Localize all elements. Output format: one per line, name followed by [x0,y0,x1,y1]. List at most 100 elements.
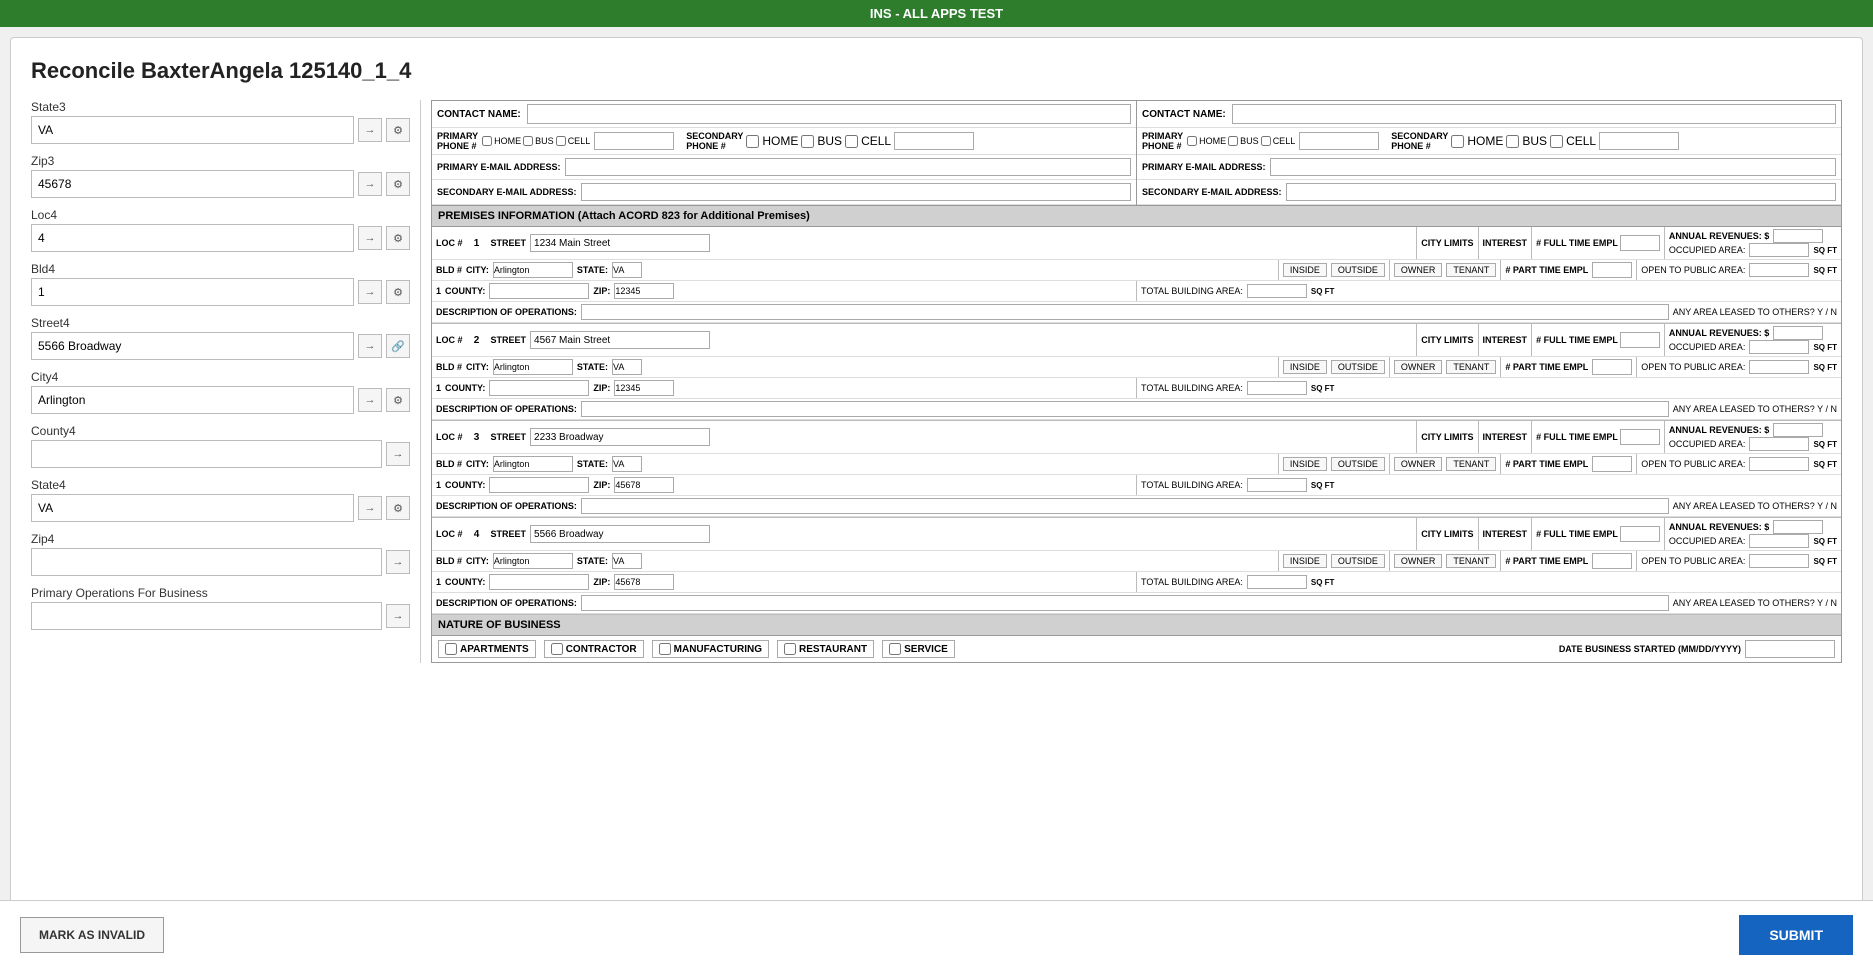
city4-input[interactable] [31,386,354,414]
zip4-arrow-btn[interactable]: → [386,550,410,574]
loc4-parttimeempl-input[interactable] [1592,553,1632,569]
loc1-annualrev-input[interactable] [1773,229,1823,243]
loc1-descops-input[interactable] [581,304,1669,320]
state3-input[interactable] [31,116,354,144]
contact2-name-input[interactable] [1232,104,1836,124]
state3-gear-btn[interactable]: ⚙ [386,118,410,142]
loc4-outside-btn[interactable]: OUTSIDE [1331,554,1385,568]
loc1-parttimeempl-input[interactable] [1592,262,1632,278]
loc3-state-input[interactable] [612,456,642,472]
loc3-inside-btn[interactable]: INSIDE [1283,457,1327,471]
contact1-primary-phone-input[interactable] [594,132,674,150]
contact2-secondary-phone-input[interactable] [1599,132,1679,150]
state4-arrow-btn[interactable]: → [358,496,382,520]
loc4-occupied-input[interactable] [1749,534,1809,548]
loc1-fulltimeempl-input[interactable] [1620,235,1660,251]
loc2-annualrev-input[interactable] [1773,326,1823,340]
loc1-street-input[interactable] [530,234,710,252]
loc4-county-input[interactable] [489,574,589,590]
loc3-owner-btn[interactable]: OWNER [1394,457,1443,471]
loc4-zip-input[interactable] [614,574,674,590]
loc2-totalbuilding-input[interactable] [1247,381,1307,395]
contact2-cell-checkbox[interactable] [1261,136,1271,146]
loc4-owner-btn[interactable]: OWNER [1394,554,1443,568]
loc4-totalbuilding-input[interactable] [1247,575,1307,589]
contact1-cell-checkbox[interactable] [556,136,566,146]
contact1-name-input[interactable] [527,104,1131,124]
contact2-primary-phone-input[interactable] [1299,132,1379,150]
loc3-fulltimeempl-input[interactable] [1620,429,1660,445]
nature-restaurant-checkbox[interactable] [784,643,796,655]
contact2-home-checkbox[interactable] [1187,136,1197,146]
street4-link-btn[interactable]: 🔗 [386,334,410,358]
bld4-input[interactable] [31,278,354,306]
loc3-annualrev-input[interactable] [1773,423,1823,437]
loc4-city-input[interactable] [493,553,573,569]
submit-button[interactable]: SUBMIT [1739,915,1853,955]
loc3-city-input[interactable] [493,456,573,472]
zip3-arrow-btn[interactable]: → [358,172,382,196]
loc2-occupied-input[interactable] [1749,340,1809,354]
loc1-totalbuilding-input[interactable] [1247,284,1307,298]
county4-arrow-btn[interactable]: → [386,442,410,466]
street4-arrow-btn[interactable]: → [358,334,382,358]
loc2-zip-input[interactable] [614,380,674,396]
loc2-state-input[interactable] [612,359,642,375]
zip3-gear-btn[interactable]: ⚙ [386,172,410,196]
loc4-inside-btn[interactable]: INSIDE [1283,554,1327,568]
mark-as-invalid-button[interactable]: MARK AS INVALID [20,917,164,953]
nature-contractor-checkbox[interactable] [551,643,563,655]
loc4-tenant-btn[interactable]: TENANT [1446,554,1496,568]
state4-input[interactable] [31,494,354,522]
loc4-fulltimeempl-input[interactable] [1620,526,1660,542]
contact1-secondary-email-input[interactable] [581,183,1131,201]
contact1-primary-email-input[interactable] [565,158,1131,176]
state3-arrow-btn[interactable]: → [358,118,382,142]
loc1-zip-input[interactable] [614,283,674,299]
bld4-gear-btn[interactable]: ⚙ [386,280,410,304]
loc2-city-input[interactable] [493,359,573,375]
primary-ops-input[interactable] [31,602,382,630]
contact2-sec-bus-checkbox[interactable] [1506,135,1519,148]
contact2-primary-email-input[interactable] [1270,158,1836,176]
state4-gear-btn[interactable]: ⚙ [386,496,410,520]
loc2-fulltimeempl-input[interactable] [1620,332,1660,348]
loc4-state-input[interactable] [612,553,642,569]
loc1-outside-btn[interactable]: OUTSIDE [1331,263,1385,277]
city4-gear-btn[interactable]: ⚙ [386,388,410,412]
loc2-outside-btn[interactable]: OUTSIDE [1331,360,1385,374]
loc3-county-input[interactable] [489,477,589,493]
loc2-owner-btn[interactable]: OWNER [1394,360,1443,374]
loc1-occupied-input[interactable] [1749,243,1809,257]
loc1-state-input[interactable] [612,262,642,278]
loc1-city-input[interactable] [493,262,573,278]
loc4-street-input[interactable] [530,525,710,543]
loc1-county-input[interactable] [489,283,589,299]
loc4-annualrev-input[interactable] [1773,520,1823,534]
bld4-arrow-btn[interactable]: → [358,280,382,304]
loc3-occupied-input[interactable] [1749,437,1809,451]
contact1-secondary-phone-input[interactable] [894,132,974,150]
contact2-secondary-email-input[interactable] [1286,183,1836,201]
loc2-county-input[interactable] [489,380,589,396]
street4-input[interactable] [31,332,354,360]
contact2-sec-cell-checkbox[interactable] [1550,135,1563,148]
loc2-tenant-btn[interactable]: TENANT [1446,360,1496,374]
loc3-descops-input[interactable] [581,498,1669,514]
loc4-arrow-btn[interactable]: → [358,226,382,250]
contact1-sec-bus-checkbox[interactable] [801,135,814,148]
city4-arrow-btn[interactable]: → [358,388,382,412]
loc4-input[interactable] [31,224,354,252]
loc3-outside-btn[interactable]: OUTSIDE [1331,457,1385,471]
date-business-input[interactable] [1745,640,1835,658]
zip3-input[interactable] [31,170,354,198]
loc4-descops-input[interactable] [581,595,1669,611]
nature-apartments-checkbox[interactable] [445,643,457,655]
contact1-home-checkbox[interactable] [482,136,492,146]
loc2-street-input[interactable] [530,331,710,349]
loc4-opentopublic-input[interactable] [1749,554,1809,568]
loc2-inside-btn[interactable]: INSIDE [1283,360,1327,374]
loc2-opentopublic-input[interactable] [1749,360,1809,374]
loc3-tenant-btn[interactable]: TENANT [1446,457,1496,471]
nature-manufacturing-checkbox[interactable] [659,643,671,655]
